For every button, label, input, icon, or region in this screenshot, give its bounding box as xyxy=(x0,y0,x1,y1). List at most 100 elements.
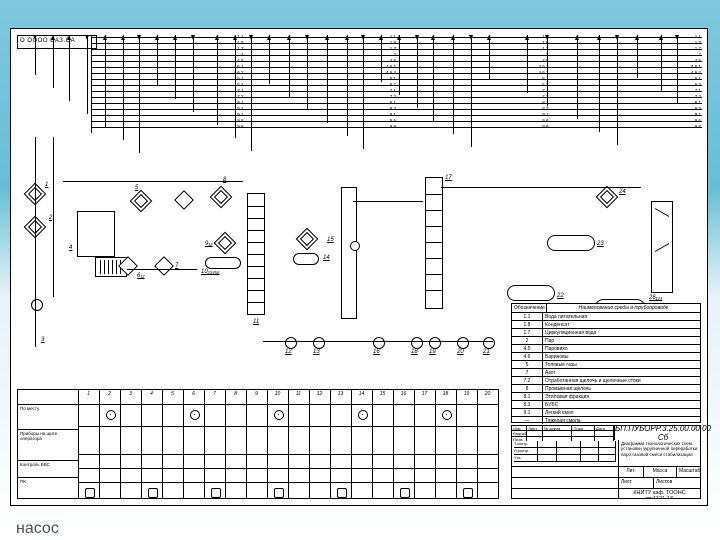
pipe xyxy=(123,35,124,140)
legend-name: Циркуляционная вода xyxy=(543,329,700,336)
pipe xyxy=(417,35,418,108)
legend-name: Азот xyxy=(543,369,700,376)
legend-row: 7Азот xyxy=(512,369,700,377)
bus-line-label: 9.6 xyxy=(542,119,548,124)
pipe xyxy=(363,35,364,149)
flow-arrow-icon xyxy=(345,35,349,40)
legend-code: 1.1 xyxy=(512,313,543,320)
bus-line-label: 5.2 xyxy=(695,83,701,88)
bus-line-label: 2 xyxy=(241,53,244,58)
bus-line-label: 9.1 xyxy=(542,113,548,118)
bus-line-label: 5.1 xyxy=(237,77,243,82)
pipe xyxy=(235,35,236,138)
legend-code: 7.2 xyxy=(512,377,543,384)
bus-line-label: 5.1 xyxy=(695,77,701,82)
legend-name: Отработанная щелочь и щелочные стоки xyxy=(543,377,700,384)
pipe xyxy=(637,35,638,78)
pipe xyxy=(53,35,54,88)
bus-line-label: 9.1 xyxy=(390,113,396,118)
unit-num: 4 xyxy=(69,245,72,251)
signature-grid-lower: Т.контр.Н.контр.Утв. xyxy=(512,440,619,466)
bus-line-label: 8.1 xyxy=(390,101,396,106)
bus-line-label: 4.5 xyxy=(695,59,701,64)
bus-header: 1.11.81.724.54.6.14.6.25.15.27.17.28.18.… xyxy=(91,35,701,133)
legend-row: 7.2Отработанная щелочь и щелочные стоки xyxy=(512,377,700,385)
legend-row: 1.1Вода питательная xyxy=(512,313,700,321)
instr-col-num: 8 xyxy=(226,391,246,397)
bus-line-label: 5.2 xyxy=(390,83,396,88)
pipe xyxy=(433,35,434,121)
pipe xyxy=(381,35,382,82)
bus-line-label: 8.3 xyxy=(390,107,396,112)
instr-symbol-icon xyxy=(400,488,410,498)
legend-code: 4.6 xyxy=(512,353,543,360)
instr-col-num: 11 xyxy=(289,391,309,397)
unit-num: 6₁₂ xyxy=(137,273,145,279)
instr-symbol-icon: ∘ xyxy=(358,410,368,420)
unit-num: 24 xyxy=(619,189,626,195)
bus-line-label: 8.3 xyxy=(542,107,548,112)
drum-icon xyxy=(205,257,241,269)
pipe xyxy=(289,35,290,97)
flow-arrow-icon xyxy=(67,35,71,40)
flow-arrow-icon xyxy=(103,35,107,40)
lit-label: Лит. xyxy=(619,467,644,477)
instr-symbol-icon: ∘ xyxy=(274,410,284,420)
vessel-icon xyxy=(651,201,673,293)
unit-num: 18 xyxy=(411,349,418,355)
bus-line-label: 7.1 xyxy=(390,89,396,94)
bus-line-label: 9.8 xyxy=(542,125,548,130)
legend-name: Вода питательная xyxy=(543,313,700,320)
legend-row: 8.1Этиловая фракция xyxy=(512,393,700,401)
pipe xyxy=(53,137,54,297)
instr-symbol-icon xyxy=(148,488,158,498)
pipe xyxy=(353,201,423,202)
legend-row: 4.5Паровихо xyxy=(512,345,700,353)
flow-arrow-icon xyxy=(415,35,419,40)
instr-col-num: 6 xyxy=(184,391,204,397)
instr-symbol-icon xyxy=(85,488,95,498)
pipe xyxy=(217,35,218,125)
bus-line-label: 7.1 xyxy=(237,89,243,94)
legend-code: 8.3 xyxy=(512,401,543,408)
unit-num: 8 xyxy=(223,177,226,183)
title-block: ИзмЛист№ докум.Подп.ДатаРазраб.Пров. БП.… xyxy=(511,425,701,499)
legend-row: 2Пар xyxy=(512,337,700,345)
legend-code: 8.1 xyxy=(512,393,543,400)
bus-line-label: 1.7 xyxy=(237,47,243,52)
pipe xyxy=(327,35,328,123)
heat-exch-icon xyxy=(210,186,233,209)
pump-icon xyxy=(411,337,423,349)
pipe xyxy=(139,35,140,153)
pipe xyxy=(175,35,176,99)
unit-num: 2 xyxy=(49,215,52,221)
unit-num: 21 xyxy=(483,349,490,355)
bus-line-label: 4.6.1 xyxy=(691,65,701,70)
flow-arrow-icon xyxy=(659,35,663,40)
legend-name: Пар xyxy=(543,337,700,344)
flow-arrow-icon xyxy=(233,35,237,40)
pump-icon xyxy=(373,337,385,349)
legend-row: 8Промывная щелочь xyxy=(512,385,700,393)
sheets-label: Листов xyxy=(654,478,700,488)
legend-name: БУБС xyxy=(543,401,700,408)
instr-col-num: 13 xyxy=(331,391,351,397)
flow-arrow-icon xyxy=(325,35,329,40)
unit-num: 19 xyxy=(429,349,436,355)
pipe xyxy=(35,137,36,347)
flow-arrow-icon xyxy=(137,35,141,40)
unit-num: 1 xyxy=(45,182,48,188)
legend-code: 9.1 xyxy=(512,409,543,416)
pump-icon xyxy=(313,337,325,349)
column-icon xyxy=(425,177,443,309)
legend-name: Бариновы xyxy=(543,353,700,360)
drum-icon xyxy=(547,235,595,251)
pipe xyxy=(307,35,308,110)
flow-arrow-icon xyxy=(615,35,619,40)
instr-col-num: 9 xyxy=(247,391,267,397)
column-icon xyxy=(247,193,265,315)
instr-row-label: По месту xyxy=(18,405,78,430)
pipe xyxy=(527,35,528,93)
instr-col-num: 14 xyxy=(352,391,372,397)
instr-col-num: 18 xyxy=(436,391,456,397)
